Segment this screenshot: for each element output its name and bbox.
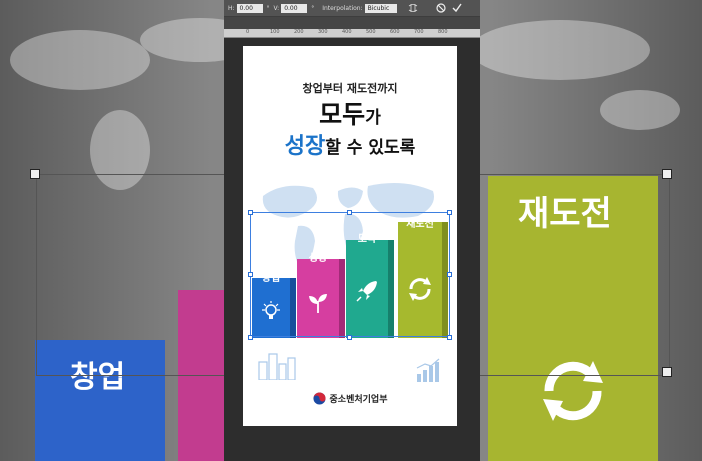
growth-chart-icon <box>416 358 440 382</box>
selection-handle[interactable] <box>248 335 253 340</box>
headline-word: 가 <box>365 108 381 128</box>
interpolation-label: Interpolation: <box>322 4 363 12</box>
selection-handle[interactable] <box>248 210 253 215</box>
v-input[interactable]: 0.00 <box>281 3 308 13</box>
editor-pane-header <box>224 16 480 29</box>
ruler-tick: 800 <box>438 29 448 35</box>
taeguk-logo-icon <box>312 392 326 405</box>
v-label: V: <box>273 4 280 12</box>
ruler-tick: 400 <box>342 29 352 35</box>
warp-icon[interactable] <box>407 2 419 14</box>
commit-transform-icon[interactable] <box>451 2 463 14</box>
ruler-tick: 0 <box>246 29 250 35</box>
selection-handle[interactable] <box>447 335 452 340</box>
poster-subtitle: 창업부터 재도전까지 <box>302 82 398 95</box>
ruler-tick: 200 <box>294 29 304 35</box>
transform-handle[interactable] <box>30 169 40 179</box>
v-unit: ° <box>311 4 315 12</box>
headline-highlight: 성장 <box>284 134 326 159</box>
ministry-name: 중소벤처기업부 <box>329 395 388 405</box>
selection-handle[interactable] <box>447 272 452 277</box>
city-buildings-icon <box>258 353 296 380</box>
transform-handle[interactable] <box>662 169 672 179</box>
horizontal-ruler: 0 100 200 300 400 500 600 700 800 <box>224 29 480 38</box>
ruler-tick: 700 <box>414 29 424 35</box>
ruler-tick: 300 <box>318 29 328 35</box>
ruler-tick: 500 <box>366 29 376 35</box>
h-unit: ° <box>266 4 270 12</box>
poster-headline-2: 성장할 수 있도록 <box>243 128 457 160</box>
interpolation-select[interactable]: Bicubic <box>364 3 397 13</box>
selection-handle[interactable] <box>248 272 253 277</box>
cancel-transform-icon[interactable] <box>435 2 447 14</box>
h-input[interactable]: 0.00 <box>236 3 263 13</box>
headline-word: 모두 <box>319 100 366 129</box>
transform-handle[interactable] <box>662 367 672 377</box>
selection-handle[interactable] <box>347 210 352 215</box>
poster-footer: 중소벤처기업부 <box>243 392 457 405</box>
document-canvas[interactable]: 창업부터 재도전까지 모두가 성장할 수 있도록 창업 성장 도약 재도전 중소… <box>243 46 457 426</box>
transform-selection-box[interactable] <box>250 212 450 337</box>
selection-handle[interactable] <box>447 210 452 215</box>
ruler-tick: 100 <box>270 29 280 35</box>
ruler-tick: 600 <box>390 29 400 35</box>
headline-word: 할 수 있도록 <box>325 138 416 158</box>
options-bar: H: 0.00 ° V: 0.00 ° Interpolation: Bicub… <box>224 0 480 17</box>
selection-handle[interactable] <box>347 335 352 340</box>
poster-headline: 모두가 <box>243 95 457 131</box>
h-label: H: <box>228 4 235 12</box>
